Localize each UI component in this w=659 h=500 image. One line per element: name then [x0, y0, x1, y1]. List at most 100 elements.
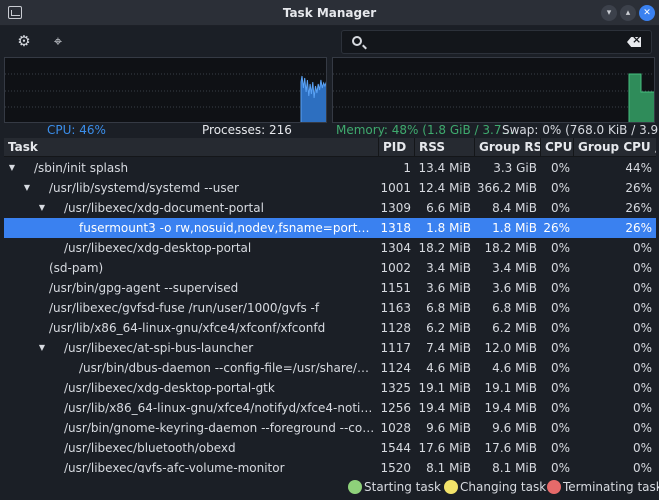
cpu-cell: 26%: [543, 221, 570, 235]
expander-arrow-icon[interactable]: ▼: [36, 198, 48, 218]
pid-cell: 1028: [380, 421, 411, 435]
group-cpu-cell: 0%: [632, 341, 652, 355]
search-icon: [352, 36, 362, 46]
pid-cell: 1151: [380, 281, 411, 295]
swap-usage-label: Swap: 0% (768.0 KiB / 3.9 …: [502, 123, 659, 137]
group-rss-cell: 3.4 MiB: [492, 261, 537, 275]
title-bar: Task Manager ▾ ▴ ✕: [0, 0, 659, 26]
group-rss-cell: 3.3 GiB: [493, 161, 537, 175]
cpu-cell: 0%: [550, 201, 570, 215]
table-row[interactable]: /usr/libexec/xdg-desktop-portal 1304 18.2 …: [4, 238, 656, 258]
task-cell: /usr/bin/gpg-agent --supervised: [49, 281, 239, 295]
group-rss-cell: 9.6 MiB: [492, 421, 537, 435]
group-cpu-cell: 26%: [625, 181, 652, 195]
group-rss-cell: 18.2 MiB: [484, 241, 537, 255]
table-row[interactable]: ▼ /usr/lib/systemd/systemd --user 1001 12.4…: [4, 178, 656, 198]
task-cell: /usr/bin/gnome-keyring-daemon --foregrou…: [64, 421, 375, 435]
cpu-cell: 0%: [550, 321, 570, 335]
table-row[interactable]: /usr/libexec/xdg-desktop-portal-gtk 1325 1…: [4, 378, 656, 398]
changing-color-dot: [444, 480, 458, 494]
group-cpu-cell: 0%: [632, 321, 652, 335]
table-row[interactable]: /usr/bin/dbus-daemon --config-file=/usr/…: [4, 358, 656, 378]
rss-cell: 12.4 MiB: [418, 181, 471, 195]
legend-starting-label: Starting task: [364, 480, 441, 494]
group-cpu-cell: 0%: [632, 301, 652, 315]
pid-cell: 1: [403, 161, 411, 175]
group-cpu-cell: 0%: [632, 261, 652, 275]
expander-arrow-icon[interactable]: ▼: [21, 178, 33, 198]
cpu-cell: 0%: [550, 181, 570, 195]
table-row[interactable]: /usr/libexec/gvfsd-fuse /run/user/1000/g…: [4, 298, 656, 318]
group-cpu-cell: 44%: [625, 161, 652, 175]
table-row[interactable]: fusermount3 -o rw,nosuid,nodev,fsname=po…: [4, 218, 656, 238]
task-cell: /usr/libexec/gvfsd-fuse /run/user/1000/g…: [49, 301, 320, 315]
column-header-cpu[interactable]: CPU: [541, 138, 574, 157]
group-cpu-cell: 0%: [632, 401, 652, 415]
search-input[interactable]: [370, 33, 620, 51]
table-row[interactable]: /usr/libexec/gvfs-afc-volume-monitor 1520…: [4, 458, 656, 473]
group-cpu-cell: 0%: [632, 461, 652, 473]
cpu-cell: 0%: [550, 461, 570, 473]
cpu-cell: 0%: [550, 281, 570, 295]
cpu-usage-area: [300, 75, 326, 122]
pid-cell: 1124: [380, 361, 411, 375]
table-row[interactable]: /usr/lib/x86_64-linux-gnu/xfce4/notifyd/…: [4, 398, 656, 418]
task-cell: /usr/libexec/xdg-desktop-portal-gtk: [64, 381, 275, 395]
column-header-task[interactable]: Task: [4, 138, 379, 157]
rss-cell: 6.6 MiB: [426, 201, 471, 215]
task-cell: /usr/libexec/at-spi-bus-launcher: [64, 341, 254, 355]
memory-usage-label: Memory: 48% (1.8 GiB / 3.7…: [336, 123, 514, 137]
task-cell: /usr/libexec/gvfs-afc-volume-monitor: [64, 461, 285, 473]
expander-arrow-icon[interactable]: ▼: [6, 158, 18, 178]
group-rss-cell: 8.1 MiB: [492, 461, 537, 473]
table-row[interactable]: /usr/libexec/bluetooth/obexd 1544 17.6 MiB…: [4, 438, 656, 458]
window-title: Task Manager: [282, 6, 377, 20]
cpu-cell: 0%: [550, 341, 570, 355]
rss-cell: 4.6 MiB: [426, 361, 471, 375]
table-row[interactable]: /usr/bin/gnome-keyring-daemon --foregrou…: [4, 418, 656, 438]
pid-cell: 1001: [380, 181, 411, 195]
memory-graph-plot: [333, 73, 654, 122]
table-row[interactable]: (sd-pam) 1002 3.4 MiB 3.4 MiB 0% 0%: [4, 258, 656, 278]
task-cell: (sd-pam): [49, 261, 104, 275]
terminating-color-dot: [547, 480, 561, 494]
task-cell: /usr/libexec/bluetooth/obexd: [64, 441, 236, 455]
pid-cell: 1117: [380, 341, 411, 355]
task-cell: /usr/lib/systemd/systemd --user: [49, 181, 239, 195]
toolbar: ⚙ ⌖: [0, 26, 659, 56]
column-header-rss[interactable]: RSS: [415, 138, 475, 157]
rss-cell: 18.2 MiB: [418, 241, 471, 255]
cpu-usage-label: CPU: 46%: [47, 123, 106, 137]
clear-search-icon[interactable]: [627, 37, 641, 47]
cpu-cell: 0%: [550, 241, 570, 255]
close-window-button[interactable]: ✕: [639, 5, 655, 21]
pid-cell: 1309: [380, 201, 411, 215]
expander-arrow-icon[interactable]: ▼: [36, 338, 48, 358]
maximize-icon[interactable]: ▴: [620, 5, 636, 21]
pid-cell: 1520: [380, 461, 411, 473]
rss-cell: 17.6 MiB: [418, 441, 471, 455]
table-row[interactable]: ▼ /sbin/init splash 1 13.4 MiB 3.3 GiB 0% 44%: [4, 158, 656, 178]
group-cpu-cell: 0%: [632, 381, 652, 395]
search-box: [341, 30, 652, 54]
cpu-cell: 0%: [550, 361, 570, 375]
table-row[interactable]: ▼ /usr/libexec/at-spi-bus-launcher 1117 7.4…: [4, 338, 656, 358]
crosshair-target-icon[interactable]: ⌖: [47, 30, 69, 52]
process-table: Task PID RSS Group RSS CPU Group CPU ▲ ▼…: [4, 138, 656, 473]
table-row[interactable]: /usr/lib/x86_64-linux-gnu/xfce4/xfconf/x…: [4, 318, 656, 338]
table-row[interactable]: /usr/bin/gpg-agent --supervised 1151 3.6 M…: [4, 278, 656, 298]
group-rss-cell: 6.8 MiB: [492, 301, 537, 315]
column-header-group-cpu[interactable]: Group CPU ▲: [574, 138, 656, 157]
cpu-cell: 0%: [550, 301, 570, 315]
cpu-cell: 0%: [550, 261, 570, 275]
group-cpu-cell: 0%: [632, 241, 652, 255]
pid-cell: 1163: [380, 301, 411, 315]
settings-gear-icon[interactable]: ⚙: [13, 30, 35, 52]
table-header: Task PID RSS Group RSS CPU Group CPU ▲: [4, 138, 656, 157]
table-row[interactable]: ▼ /usr/libexec/xdg-document-portal 1309 6.6…: [4, 198, 656, 218]
column-header-pid[interactable]: PID: [379, 138, 415, 157]
status-legend: Starting task Changing task Terminating …: [0, 474, 659, 500]
minimize-icon[interactable]: ▾: [601, 5, 617, 21]
task-cell: /usr/lib/x86_64-linux-gnu/xfce4/notifyd/…: [64, 401, 375, 415]
column-header-group-rss[interactable]: Group RSS: [475, 138, 541, 157]
